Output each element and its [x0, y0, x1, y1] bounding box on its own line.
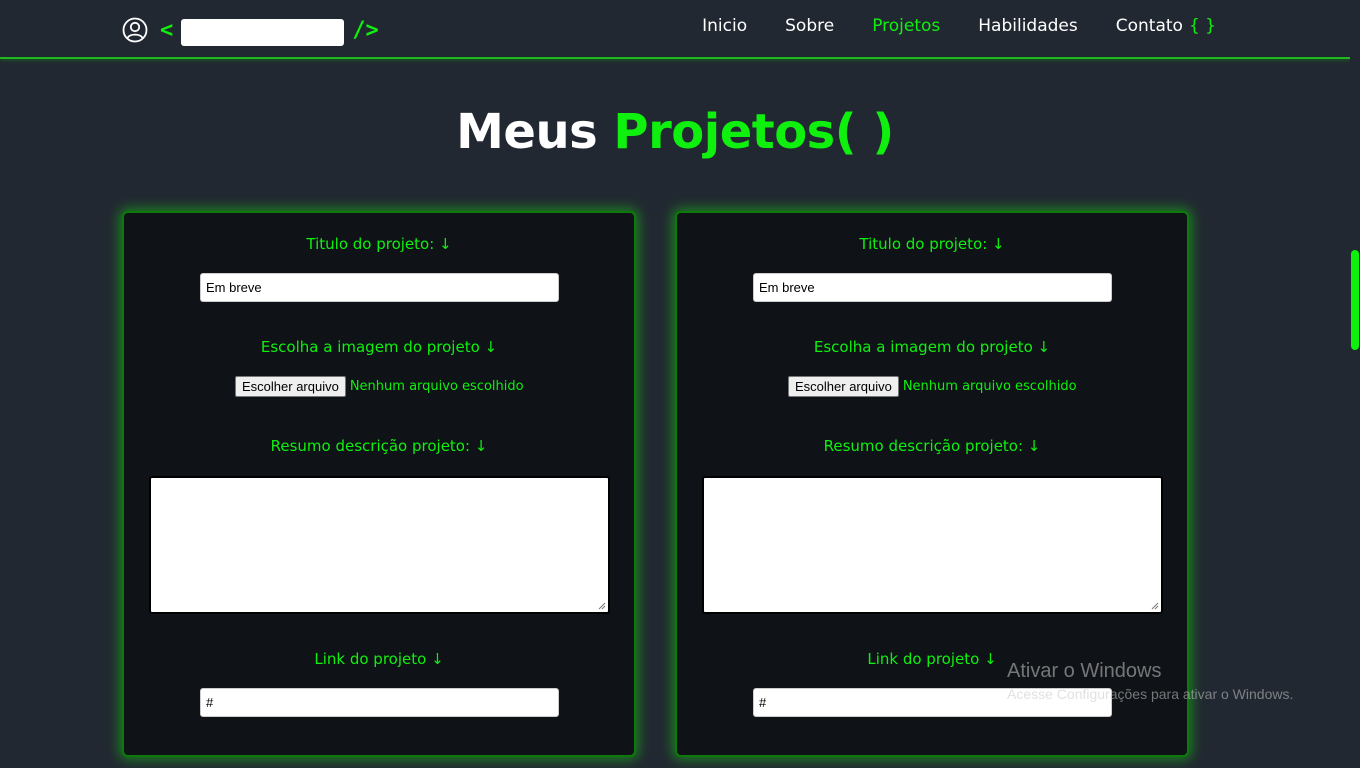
logo-left-bracket: <	[160, 17, 174, 43]
choose-file-button[interactable]: Escolher arquivo	[235, 376, 346, 397]
nav-sobre[interactable]: Sobre	[785, 16, 834, 36]
title-input[interactable]: Em breve	[200, 273, 559, 302]
title-input[interactable]: Em breve	[753, 273, 1112, 302]
choose-file-button[interactable]: Escolher arquivo	[788, 376, 899, 397]
nav-projetos[interactable]: Projetos	[872, 16, 940, 36]
resize-handle-icon[interactable]	[598, 602, 606, 610]
page-title-white: Meus	[456, 104, 598, 160]
windows-activation-watermark: Ativar o Windows Acesse Configurações pa…	[1007, 660, 1293, 702]
summary-textarea[interactable]	[702, 476, 1163, 614]
scrollbar-thumb[interactable]	[1351, 250, 1359, 350]
file-status: Nenhum arquivo escolhido	[349, 379, 524, 394]
logo-name-box	[181, 18, 345, 46]
nav-contato-label: Contato	[1115, 16, 1183, 36]
file-picker: Escolher arquivo Nenhum arquivo escolhid…	[788, 376, 1077, 397]
summary-label: Resumo descrição projeto: ↓	[270, 437, 488, 455]
image-label: Escolha a imagem do projeto ↓	[260, 338, 498, 356]
nav-habilidades[interactable]: Habilidades	[978, 16, 1077, 36]
project-card: Titulo do projeto: ↓ Em breve Escolha a …	[122, 211, 636, 757]
watermark-title: Ativar o Windows	[1007, 660, 1162, 682]
contact-braces: { }	[1188, 16, 1216, 36]
main-nav: Inicio Sobre Projetos Habilidades Contat…	[702, 16, 1216, 36]
logo-right-bracket: />	[352, 17, 379, 43]
page-title-accent: Projetos( )	[613, 104, 894, 160]
nav-contato[interactable]: Contato{ }	[1116, 16, 1216, 36]
watermark-subtitle: Acesse Configurações para ativar o Windo…	[1007, 686, 1294, 702]
page-scrollbar[interactable]	[1350, 0, 1360, 768]
logo[interactable]: < />	[122, 14, 379, 46]
summary-textarea[interactable]	[149, 476, 610, 614]
title-label: Titulo do projeto: ↓	[306, 235, 452, 253]
resize-handle-icon[interactable]	[1151, 602, 1159, 610]
link-label: Link do projeto ↓	[314, 650, 444, 668]
title-label: Titulo do projeto: ↓	[859, 235, 1005, 253]
site-header: < /> Inicio Sobre Projetos Habilidades C…	[0, 0, 1350, 59]
file-picker: Escolher arquivo Nenhum arquivo escolhid…	[235, 376, 524, 397]
link-input[interactable]: #	[200, 688, 559, 717]
nav-inicio[interactable]: Inicio	[702, 16, 747, 36]
page-title: Meus Projetos( )	[0, 104, 1350, 160]
file-status: Nenhum arquivo escolhido	[902, 379, 1077, 394]
summary-label: Resumo descrição projeto: ↓	[823, 437, 1041, 455]
image-label: Escolha a imagem do projeto ↓	[813, 338, 1051, 356]
user-circle-icon	[122, 17, 148, 43]
